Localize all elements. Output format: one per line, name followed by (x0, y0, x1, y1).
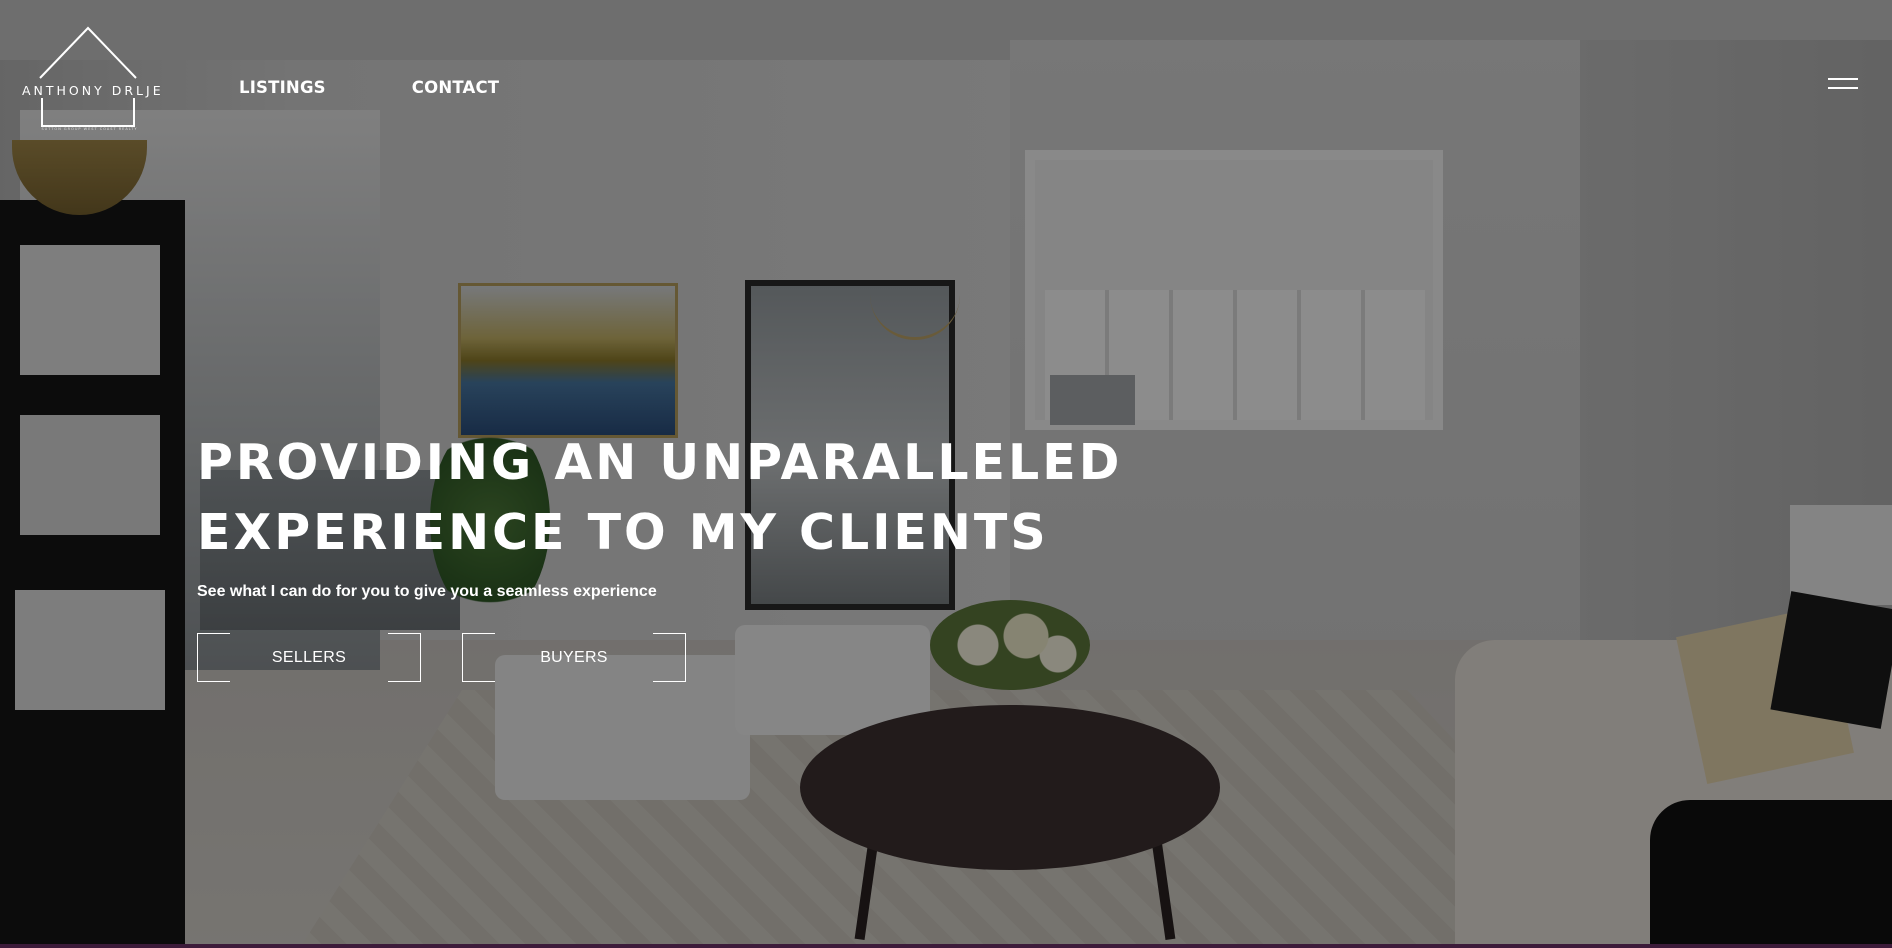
brand-tagline: SUTTON GROUP WEST COAST REALTY (41, 127, 138, 131)
buyers-button[interactable]: BUYERS (462, 633, 686, 682)
hero-section: ANTHONY DRLJE SUTTON GROUP WEST COAST RE… (0, 0, 1892, 948)
main-nav: LISTINGS CONTACT (239, 78, 499, 97)
hero-title: PROVIDING AN UNPARALLELED EXPERIENCE TO … (197, 428, 1123, 568)
brand-name: ANTHONY DRLJE (22, 83, 164, 98)
bracket-right (388, 633, 421, 682)
hero-subtitle: See what I can do for you to give you a … (197, 583, 657, 600)
brand-logo-link[interactable]: ANTHONY DRLJE SUTTON GROUP WEST COAST RE… (22, 26, 164, 134)
hero-title-line-1: PROVIDING AN UNPARALLELED (197, 434, 1123, 491)
bracket-left (197, 633, 230, 682)
buyers-button-label: BUYERS (540, 648, 608, 666)
sellers-button-label: SELLERS (271, 648, 347, 666)
bottom-divider (0, 944, 1892, 948)
hamburger-icon (1828, 87, 1858, 89)
bracket-right (653, 633, 686, 682)
house-outline-icon (39, 26, 137, 127)
hamburger-icon (1828, 78, 1858, 80)
sellers-button[interactable]: SELLERS (197, 633, 421, 682)
nav-item-contact[interactable]: CONTACT (412, 78, 499, 97)
nav-item-listings[interactable]: LISTINGS (239, 78, 326, 97)
hero-title-line-2: EXPERIENCE TO MY CLIENTS (197, 504, 1049, 561)
menu-button[interactable] (1828, 76, 1858, 92)
bracket-left (462, 633, 495, 682)
